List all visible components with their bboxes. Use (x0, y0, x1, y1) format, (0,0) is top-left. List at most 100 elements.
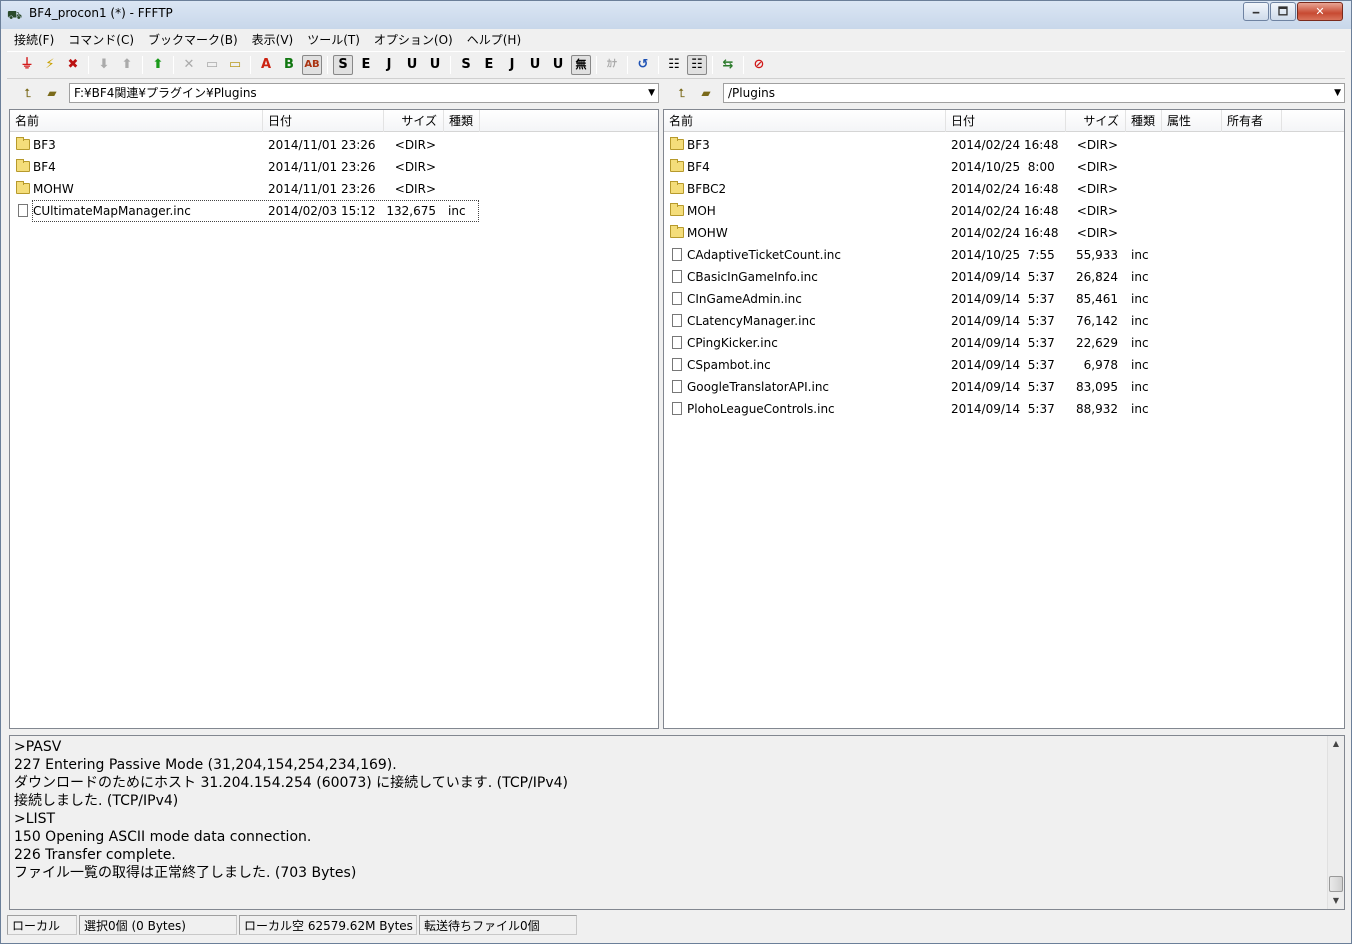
no-conversion-icon[interactable]: 無 (571, 55, 591, 75)
log-panel[interactable]: >PASV 227 Entering Passive Mode (31,204,… (9, 735, 1345, 910)
local-path-bar: ⮤ ▰ F:¥BF4関連¥プラグイン¥Plugins ▼ (7, 82, 659, 104)
list-item[interactable]: CSpambot.inc 2014/09/14 5:37 6,978 inc (664, 354, 1344, 376)
open-folder-icon[interactable]: ▰ (697, 85, 715, 101)
remote-col-type[interactable]: 種類 (1126, 110, 1162, 132)
disconnect-icon[interactable]: ✖ (63, 55, 83, 75)
host-sjis-icon[interactable]: S (333, 55, 353, 75)
connect-icon[interactable]: ⏚ (17, 55, 37, 75)
file-name: MOH (687, 204, 716, 218)
folder-icon (16, 137, 30, 150)
file-name: BF3 (687, 138, 710, 152)
list-item[interactable]: CLatencyManager.inc 2014/09/14 5:37 76,1… (664, 310, 1344, 332)
list-item[interactable]: CAdaptiveTicketCount.inc 2014/10/25 7:55… (664, 244, 1344, 266)
list-item[interactable]: GoogleTranslatorAPI.inc 2014/09/14 5:37 … (664, 376, 1344, 398)
menu-view[interactable]: 表示(V) (245, 30, 301, 50)
close-button[interactable]: ✕ (1297, 2, 1343, 21)
open-folder-icon[interactable]: ▰ (43, 85, 61, 101)
list-item[interactable]: CInGameAdmin.inc 2014/09/14 5:37 85,461 … (664, 288, 1344, 310)
file-type: inc (1131, 270, 1149, 284)
quick-connect-icon[interactable]: ⚡ (40, 55, 60, 75)
menu-connect[interactable]: 接続(F) (7, 30, 61, 50)
stop-icon[interactable]: ⊘ (749, 55, 769, 75)
kana-convert-icon[interactable]: ｶﾅ (602, 55, 622, 75)
file-name: CInGameAdmin.inc (687, 292, 802, 306)
scroll-thumb[interactable] (1329, 876, 1343, 892)
remote-col-name[interactable]: 名前 (664, 110, 946, 132)
file-name: GoogleTranslatorAPI.inc (687, 380, 830, 394)
local-sjis-icon[interactable]: S (456, 55, 476, 75)
local-col-size[interactable]: サイズ (384, 110, 444, 132)
mkdir-icon[interactable]: ▭ (225, 55, 245, 75)
file-date: 2014/09/14 5:37 (951, 402, 1055, 416)
auto-mode-icon[interactable]: AB (302, 55, 322, 75)
file-type: inc (1131, 248, 1149, 262)
binary-mode-icon[interactable]: B (279, 55, 299, 75)
list-item[interactable]: BF3 2014/02/24 16:48 <DIR> (664, 134, 1344, 156)
scroll-down-icon[interactable]: ▼ (1328, 893, 1344, 909)
local-utf8-icon[interactable]: U (525, 55, 545, 75)
upload-icon[interactable]: ⬆ (117, 55, 137, 75)
menu-bookmark[interactable]: ブックマーク(B) (141, 30, 245, 50)
rename-icon[interactable]: ▭ (202, 55, 222, 75)
menu-help[interactable]: ヘルプ(H) (460, 30, 528, 50)
file-size: <DIR> (1076, 226, 1118, 240)
local-euc-icon[interactable]: E (479, 55, 499, 75)
remote-path-combo[interactable]: /Plugins ▼ (723, 83, 1345, 103)
local-col-date[interactable]: 日付 (263, 110, 384, 132)
host-utf8bom-icon[interactable]: U (425, 55, 445, 75)
ascii-mode-icon[interactable]: A (256, 55, 276, 75)
mirror-upload-icon[interactable]: ⬆ (148, 55, 168, 75)
file-size: 76,142 (1076, 314, 1118, 328)
local-file-list[interactable]: 名前 日付 サイズ 種類 BF3 2014/11/01 23:26 <DIR> … (9, 109, 659, 729)
local-jis-icon[interactable]: J (502, 55, 522, 75)
file-date: 2014/09/14 5:37 (951, 292, 1055, 306)
status-queue: 転送待ちファイル0個 (419, 915, 577, 935)
list-item[interactable]: PlohoLeagueControls.inc 2014/09/14 5:37 … (664, 398, 1344, 420)
scroll-up-icon[interactable]: ▲ (1328, 736, 1344, 752)
local-path-combo[interactable]: F:¥BF4関連¥プラグイン¥Plugins ▼ (69, 83, 659, 103)
remote-file-list[interactable]: 名前 日付 サイズ 種類 属性 所有者 BF3 2014/02/24 16:48… (663, 109, 1345, 729)
log-line: >LIST (14, 811, 56, 827)
menu-bar: 接続(F) コマンド(C) ブックマーク(B) 表示(V) ツール(T) オプシ… (7, 30, 1345, 50)
menu-command[interactable]: コマンド(C) (61, 30, 141, 50)
list-item[interactable]: MOH 2014/02/24 16:48 <DIR> (664, 200, 1344, 222)
sync-dirs-icon[interactable]: ⇆ (718, 55, 738, 75)
file-icon (672, 380, 682, 393)
minimize-button[interactable]: 🗕 (1243, 2, 1269, 21)
host-euc-icon[interactable]: E (356, 55, 376, 75)
toolbar-separator (712, 56, 713, 74)
remote-col-attr[interactable]: 属性 (1162, 110, 1222, 132)
refresh-icon[interactable]: ↺ (633, 55, 653, 75)
list-item-focused[interactable]: CUltimateMapManager.inc 2014/02/03 15:12… (10, 200, 658, 222)
list-item[interactable]: MOHW 2014/02/24 16:48 <DIR> (664, 222, 1344, 244)
remote-col-date[interactable]: 日付 (946, 110, 1066, 132)
up-folder-icon[interactable]: ⮤ (19, 85, 37, 101)
download-icon[interactable]: ⬇ (94, 55, 114, 75)
host-utf8-icon[interactable]: U (402, 55, 422, 75)
file-size: <DIR> (394, 160, 436, 174)
list-item[interactable]: BF4 2014/11/01 23:26 <DIR> (10, 156, 658, 178)
delete-icon[interactable]: ✕ (179, 55, 199, 75)
local-utf8bom-icon[interactable]: U (548, 55, 568, 75)
file-date: 2014/11/01 23:26 (268, 160, 376, 174)
list-item[interactable]: CPingKicker.inc 2014/09/14 5:37 22,629 i… (664, 332, 1344, 354)
menu-tool[interactable]: ツール(T) (300, 30, 367, 50)
list-item[interactable]: BF4 2014/10/25 8:00 <DIR> (664, 156, 1344, 178)
remote-col-size[interactable]: サイズ (1066, 110, 1126, 132)
list-item[interactable]: CBasicInGameInfo.inc 2014/09/14 5:37 26,… (664, 266, 1344, 288)
log-scrollbar[interactable]: ▲ ▼ (1327, 736, 1344, 909)
list-item[interactable]: BF3 2014/11/01 23:26 <DIR> (10, 134, 658, 156)
maximize-button[interactable]: 🗖 (1270, 2, 1296, 21)
remote-col-owner[interactable]: 所有者 (1222, 110, 1282, 132)
list-item[interactable]: BFBC2 2014/02/24 16:48 <DIR> (664, 178, 1344, 200)
up-folder-icon[interactable]: ⮤ (673, 85, 691, 101)
list-item[interactable]: MOHW 2014/11/01 23:26 <DIR> (10, 178, 658, 200)
menu-option[interactable]: オプション(O) (367, 30, 460, 50)
chevron-down-icon[interactable]: ▼ (1334, 84, 1341, 102)
local-col-type[interactable]: 種類 (444, 110, 480, 132)
local-col-name[interactable]: 名前 (10, 110, 263, 132)
detail-view-icon[interactable]: ☷ (687, 55, 707, 75)
list-view-icon[interactable]: ☷ (664, 55, 684, 75)
chevron-down-icon[interactable]: ▼ (648, 84, 655, 102)
host-jis-icon[interactable]: J (379, 55, 399, 75)
